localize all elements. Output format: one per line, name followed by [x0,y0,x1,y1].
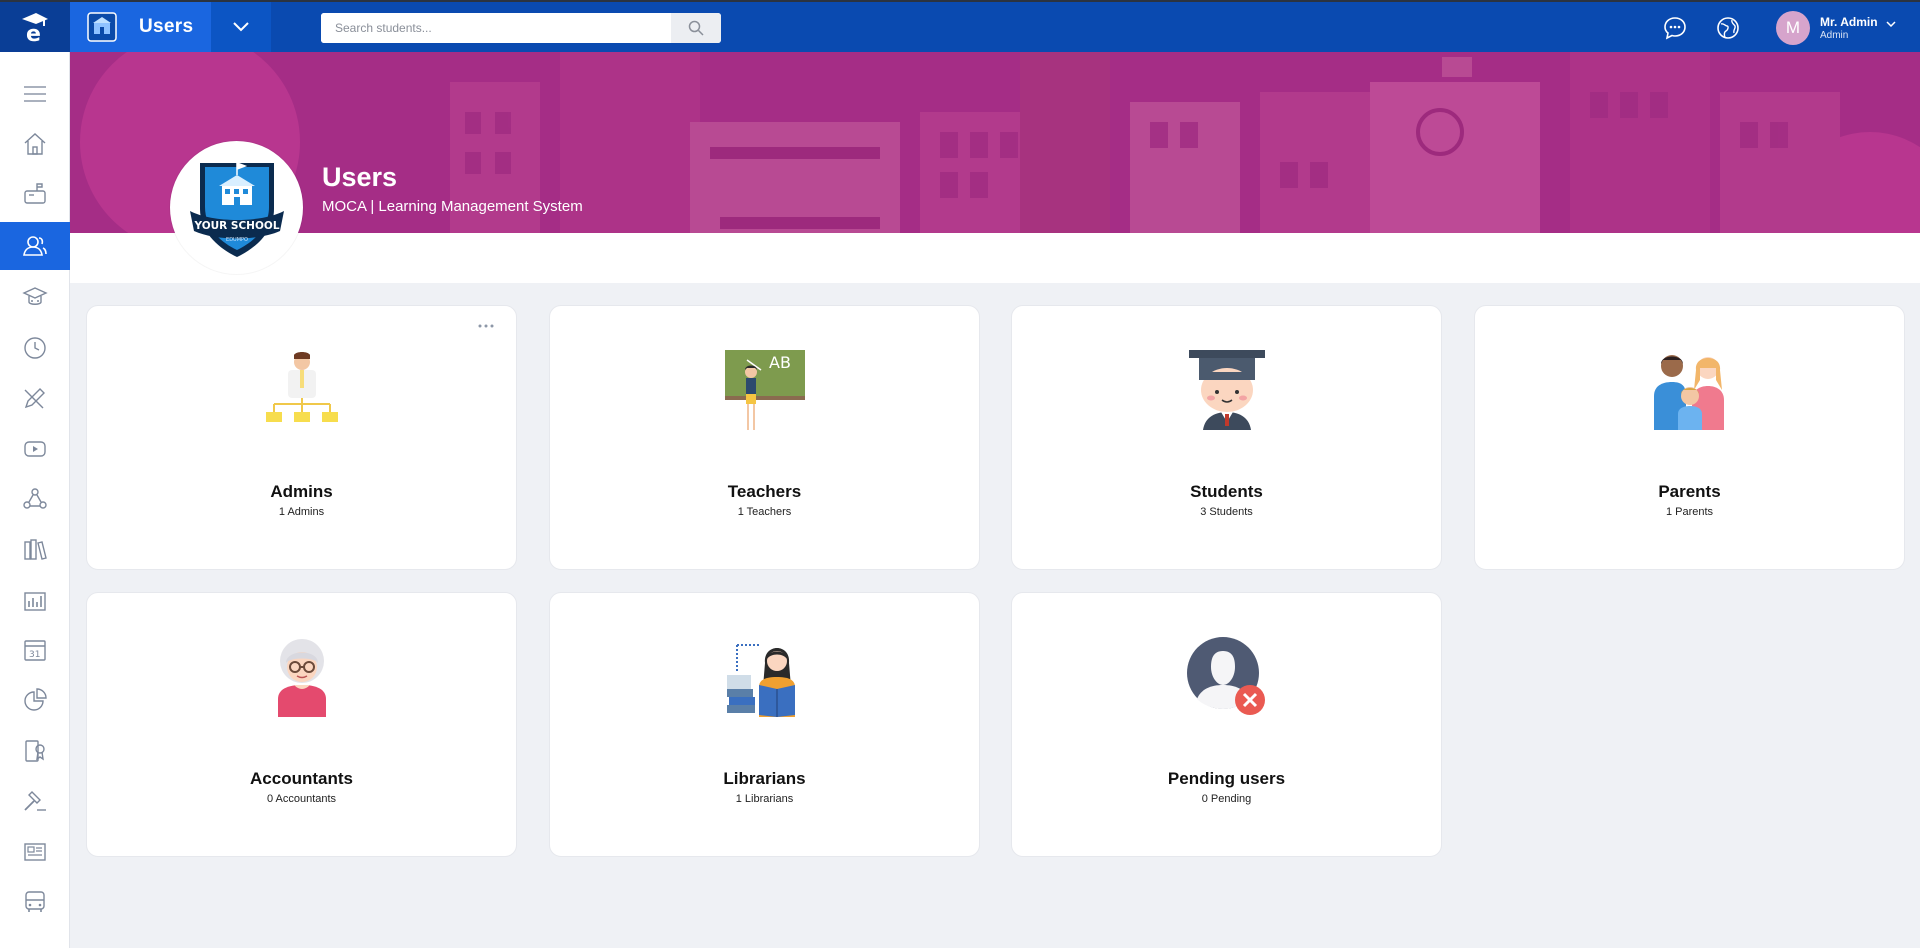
card-title: Pending users [1167,769,1286,788]
user-role: Admin [1820,30,1849,41]
search-box [321,13,721,43]
app-title: Users [139,16,194,37]
card-count: 1 Teachers [737,506,792,518]
school-logo-small-text: EDUMPO [226,237,248,243]
user-category-card-teachers[interactable]: AB Teachers 1 Teachers [549,305,980,570]
avatar: M [1776,11,1810,45]
user-name: Mr. Admin [1820,15,1878,29]
accountant-icon [278,639,326,717]
search-icon [688,20,704,36]
card-title: Students [1190,482,1263,501]
chevron-down-icon [1886,21,1896,27]
card-title: Librarians [723,769,806,788]
sidebar-item-users[interactable] [0,222,70,270]
card-title: Parents [1658,482,1721,501]
graduation-e-logo-icon: e [22,13,48,44]
school-logo-text: YOUR SCHOOL [193,220,279,232]
user-info: Mr. Admin Admin [1820,15,1878,41]
gavel-icon [24,791,46,811]
app-switcher-dropdown[interactable] [211,2,271,52]
sidebar-item-groups[interactable] [0,475,70,523]
chevron-down-icon [233,22,249,32]
sidebar-item-reports[interactable] [0,576,70,624]
admin-hierarchy-icon [266,352,338,422]
sidebar-item-transport[interactable] [0,878,70,926]
card-options-button[interactable] [476,320,496,332]
card-title: Admins [270,482,333,501]
card-count: 1 Parents [1665,506,1714,518]
clock-icon [24,337,46,359]
family-icon [1654,355,1724,430]
messages-button[interactable] [1661,14,1689,42]
certificate-icon [25,740,45,762]
top-navigation-bar: e Users Search students... M Mr. Admin A… [0,0,1920,52]
users-icon [23,236,47,256]
sidebar-item-mailbox[interactable] [0,170,70,218]
card-count: 3 Students [1200,506,1253,518]
pie-chart-icon [24,688,47,711]
blackboard-text: AB [769,353,791,372]
calendar-day-text: 31 [29,650,40,660]
sidebar-item-courses[interactable] [0,374,70,422]
search-input[interactable] [321,13,671,43]
chat-bubble-icon [1664,17,1686,40]
sidebar-item-calendar[interactable]: 31 [0,626,70,674]
user-category-card-librarians[interactable]: Librarians 1 Librarians [549,592,980,857]
user-category-card-admins[interactable]: Admins 1 Admins [86,305,517,570]
page-subtitle: MOCA | Learning Management System [322,198,583,215]
search-button[interactable] [671,13,721,43]
home-icon [24,133,46,155]
svg-text:e: e [26,22,41,44]
page-title: Users [322,162,398,192]
language-button[interactable] [1714,14,1742,42]
pencil-ruler-icon [24,388,45,409]
sidebar-item-certificates[interactable] [0,727,70,775]
pending-user-icon [1187,637,1265,715]
card-count: 0 Pending [1201,793,1252,805]
school-shield-icon: YOUR SCHOOL EDUMPO [189,161,284,257]
network-icon [23,488,47,509]
menu-icon [24,86,46,102]
graduate-student-icon [1189,350,1265,430]
sidebar-item-home[interactable] [0,120,70,168]
sidebar-item-attendance[interactable] [0,324,70,372]
card-count: 1 Admins [278,506,325,518]
more-options-icon [478,324,494,328]
graduation-cap-icon [22,287,48,305]
sidebar-item-students[interactable] [0,274,70,322]
school-badge-icon [87,12,117,42]
sidebar-item-news[interactable] [0,828,70,876]
calendar-icon: 31 [24,640,46,661]
school-logo: YOUR SCHOOL EDUMPO [170,141,303,274]
sidebar-item-statistics[interactable] [0,676,70,724]
librarian-icon [727,644,795,717]
user-category-card-pending-users[interactable]: Pending users 0 Pending [1011,592,1442,857]
sidebar-item-videos[interactable] [0,425,70,473]
card-count: 0 Accountants [266,793,337,805]
user-category-card-parents[interactable]: Parents 1 Parents [1474,305,1905,570]
library-icon [24,539,47,560]
card-title: Teachers [727,482,802,501]
newspaper-icon [24,843,46,861]
bus-icon [25,891,45,912]
globe-icon [1717,17,1739,39]
sidebar-item-library[interactable] [0,526,70,574]
brand-logo[interactable]: e [0,2,70,52]
mailbox-icon [24,183,46,204]
current-app-tab[interactable]: Users [70,2,211,52]
user-menu[interactable]: M Mr. Admin Admin [1776,9,1896,47]
video-icon [24,441,46,457]
user-category-card-students[interactable]: Students 3 Students [1011,305,1442,570]
user-category-card-accountants[interactable]: Accountants 0 Accountants [86,592,517,857]
banner-footer [70,233,1920,283]
sidebar-menu-toggle[interactable] [0,70,70,118]
teacher-blackboard-icon: AB [725,350,805,430]
card-title: Accountants [250,769,353,788]
card-count: 1 Librarians [735,793,794,805]
sidebar: 31 [0,52,70,948]
sidebar-item-discipline[interactable] [0,777,70,825]
bar-chart-icon [24,592,46,611]
